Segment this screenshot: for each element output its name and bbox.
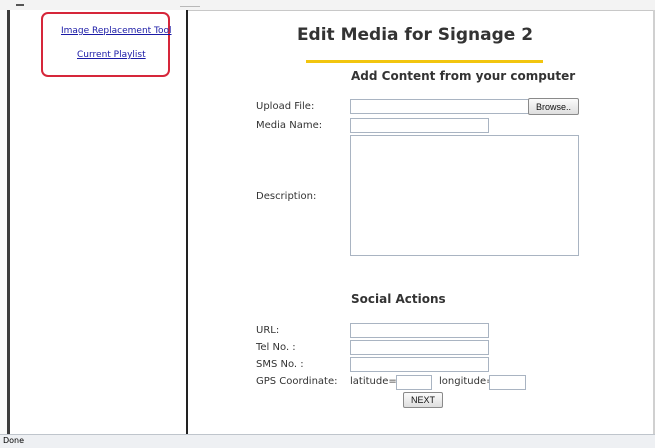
sidebar-divider	[186, 10, 188, 434]
upload-section-heading: Add Content from your computer	[351, 69, 576, 83]
next-button[interactable]: NEXT	[403, 392, 443, 408]
page-title: Edit Media for Signage 2	[296, 25, 534, 45]
tel-input[interactable]	[350, 340, 489, 355]
social-actions-heading: Social Actions	[351, 292, 446, 306]
sidebar-link-image-replacement-tool[interactable]: Image Replacement Tool	[61, 26, 172, 36]
sidebar: Image Replacement Tool Current Playlist	[10, 10, 186, 434]
gps-coordinate-label: GPS Coordinate:	[256, 376, 338, 387]
window-left-edge	[0, 10, 10, 434]
sms-label: SMS No. :	[256, 359, 304, 370]
longitude-label: longitude=	[439, 376, 495, 387]
url-label: URL:	[256, 325, 280, 336]
description-textarea[interactable]	[350, 135, 579, 256]
browse-button[interactable]: Browse..	[528, 98, 579, 115]
upload-file-label: Upload File:	[256, 101, 315, 112]
latitude-input[interactable]	[396, 375, 432, 390]
sidebar-highlight-box	[41, 12, 170, 77]
title-underline	[306, 60, 543, 63]
latitude-label: latitude=	[350, 376, 397, 387]
media-name-label: Media Name:	[256, 120, 323, 131]
description-label: Description:	[256, 191, 317, 202]
sms-input[interactable]	[350, 357, 489, 372]
toolbar-divider	[180, 6, 200, 7]
sidebar-link-current-playlist[interactable]: Current Playlist	[77, 50, 146, 60]
upload-file-path-input[interactable]	[350, 99, 530, 114]
status-text: Done	[3, 436, 25, 445]
menu-icon	[16, 4, 24, 6]
url-input[interactable]	[350, 323, 489, 338]
media-name-input[interactable]	[350, 118, 489, 133]
browser-page: Image Replacement Tool Current Playlist …	[0, 0, 655, 448]
status-bar: Done	[0, 434, 655, 448]
tel-label: Tel No. :	[256, 342, 296, 353]
longitude-input[interactable]	[489, 375, 526, 390]
